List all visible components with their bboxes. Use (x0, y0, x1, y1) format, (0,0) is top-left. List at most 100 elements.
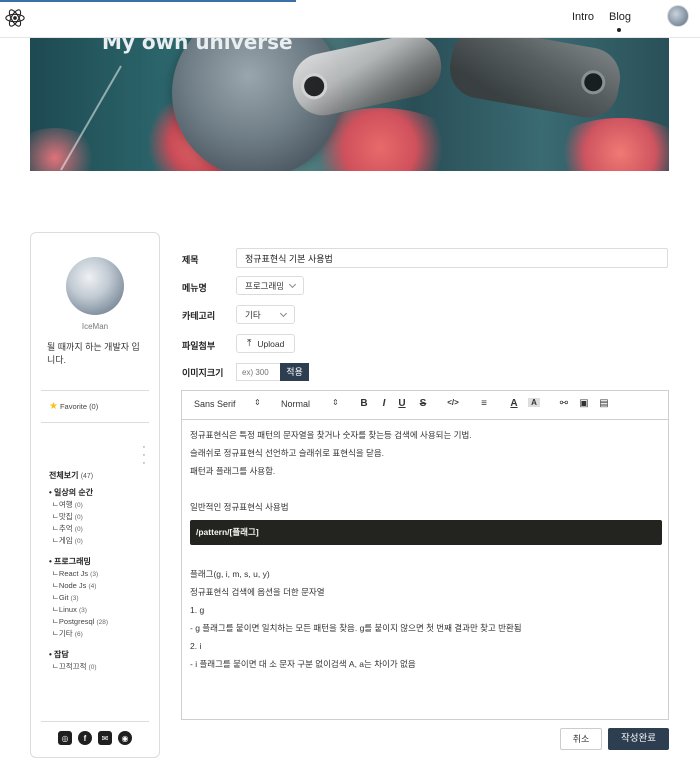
paragraph: 슬래쉬로 정규표현식 선언하고 슬래쉬로 표현식을 닫음. (190, 448, 385, 458)
subcategory-label: ㄴ게임 (52, 536, 73, 545)
paragraph: 정규표현식은 특정 패턴의 문자열을 찾거나 숫자를 찾는등 검색에 사용되는 … (190, 430, 472, 440)
astronaut-visor (298, 70, 330, 102)
mail-icon[interactable]: ✉ (98, 731, 112, 745)
category-title[interactable]: • 잡담 (49, 649, 153, 661)
astronaut-visor (579, 68, 608, 97)
code-block: /pattern/[플래그] (190, 520, 662, 545)
title-label: 제목 (182, 255, 199, 265)
subcategory-item[interactable]: ㄴ맛집 (0) (49, 511, 153, 523)
subcategory-item[interactable]: ㄴ게임 (0) (49, 535, 153, 547)
github-icon[interactable]: ◉ (118, 731, 132, 745)
paragraph: 플래그(g, i, m, s, u, y) (190, 569, 270, 579)
subcategory-item[interactable]: ㄴ여행 (0) (49, 499, 153, 511)
top-navbar: Intro Blog (0, 0, 700, 38)
link-icon[interactable]: ⚯ (558, 398, 570, 409)
category-title[interactable]: • 프로그래밍 (49, 556, 153, 568)
category-select-value: 기타 (245, 309, 261, 320)
nav-link-blog[interactable]: Blog (609, 11, 631, 23)
paragraph: - g 플래그를 붙이면 일치하는 모든 패턴을 찾음. g를 붙이지 않으면 … (190, 623, 522, 633)
category-title[interactable]: • 일상의 순간 (49, 487, 153, 499)
paragraph: - i 플래그를 붙이면 대 소 문자 구분 없이검색 A, a는 차이가 없음 (190, 659, 416, 669)
upload-button[interactable]: ⤒ Upload (236, 334, 296, 353)
video-icon[interactable]: ▤ (598, 398, 610, 409)
profile-avatar (66, 257, 124, 315)
subcategory-count: (0) (88, 664, 97, 671)
rich-text-editor[interactable]: Sans Serif ⇕ Normal ⇕ B I U S </> ≡ A A … (181, 390, 669, 720)
subcategory-item[interactable]: ㄴNode Js (4) (49, 580, 153, 592)
upload-label: Upload (257, 338, 285, 349)
scroll-progress-bar (0, 0, 296, 2)
upload-icon: ⤒ (247, 338, 252, 349)
more-options-icon[interactable]: · · · (141, 442, 147, 469)
category-all-count: (47) (80, 473, 94, 480)
instagram-icon[interactable]: ◎ (58, 731, 72, 745)
user-avatar[interactable] (667, 5, 689, 27)
subcategory-label: ㄴLinux (52, 605, 77, 614)
subcategory-count: (3) (78, 607, 87, 614)
subcategory-label: ㄴ맛집 (52, 512, 73, 521)
image-size-apply-button[interactable]: 적용 (280, 363, 309, 381)
text-color-icon[interactable]: A (508, 398, 520, 409)
image-icon[interactable]: ▣ (578, 398, 590, 409)
nav-link-intro[interactable]: Intro (572, 11, 594, 23)
cancel-button[interactable]: 취소 (560, 728, 602, 750)
subcategory-item[interactable]: ㄴGit (3) (49, 592, 153, 604)
editor-toolbar: Sans Serif ⇕ Normal ⇕ B I U S </> ≡ A A … (182, 391, 668, 420)
subcategory-count: (6) (74, 631, 83, 638)
profile-bio: 될 때까지 하는 개발자 입니다. (47, 342, 140, 365)
subcategory-item[interactable]: ㄴ끄적끄적 (0) (49, 661, 153, 673)
favorite-count: (0) (89, 402, 99, 411)
subcategory-item[interactable]: ㄴPostgresql (28) (49, 616, 153, 628)
profile-name: IceMan (81, 322, 109, 331)
editor-content[interactable]: 정규표현식은 특정 패턴의 문자열을 찾거나 숫자를 찾는등 검색에 사용되는 … (190, 428, 662, 675)
code-icon[interactable]: </> (447, 398, 459, 407)
favorite-link[interactable]: ★ Favorite (0) (49, 401, 98, 412)
subheading: 일반적인 정규표현식 사용법 (190, 502, 289, 512)
strikethrough-icon[interactable]: S (417, 398, 429, 409)
facebook-icon[interactable]: f (78, 731, 92, 745)
background-color-icon[interactable]: A (528, 398, 540, 407)
align-icon[interactable]: ≡ (478, 398, 490, 409)
subcategory-item[interactable]: ㄴ추억 (0) (49, 523, 153, 535)
updown-arrows-icon: ⇕ (332, 398, 339, 407)
subcategory-count: (0) (74, 502, 83, 509)
file-attach-label: 파일첨부 (182, 341, 216, 351)
subcategory-count: (3) (90, 571, 99, 578)
category-all[interactable]: 전체보기 (47) (49, 470, 93, 481)
hero-banner-image: My own universe (30, 38, 669, 171)
category-title-text: 잡담 (54, 650, 69, 659)
subcategory-count: (3) (70, 595, 79, 602)
subcategory-label: ㄴ여행 (52, 500, 73, 509)
title-input[interactable] (236, 248, 668, 268)
divider (41, 721, 149, 722)
subcategory-label: ㄴ끄적끄적 (52, 662, 87, 671)
react-logo-icon[interactable] (4, 7, 26, 29)
subcategory-count: (28) (96, 619, 108, 626)
subcategory-item[interactable]: ㄴReact Js (3) (49, 568, 153, 580)
italic-icon[interactable]: I (378, 398, 390, 409)
menu-label: 메뉴명 (182, 283, 207, 293)
font-family-select[interactable]: Sans Serif (194, 399, 236, 409)
menu-select[interactable]: 프로그래밍 (236, 276, 305, 295)
submit-button[interactable]: 작성완료 (608, 728, 669, 750)
subcategory-item[interactable]: ㄴ기타 (6) (49, 628, 153, 640)
underline-icon[interactable]: U (396, 398, 408, 409)
updown-arrows-icon: ⇕ (254, 398, 261, 407)
image-size-input[interactable] (236, 363, 280, 381)
subcategory-count: (4) (88, 583, 97, 590)
category-group: • 프로그래밍 ㄴReact Js (3) ㄴNode Js (4) ㄴGit … (49, 556, 153, 640)
chevron-down-icon (279, 309, 287, 317)
subcategory-count: (0) (74, 538, 83, 545)
paragraph: 2. i (190, 641, 202, 651)
subcategory-item[interactable]: ㄴLinux (3) (49, 604, 153, 616)
banner-cloud (550, 118, 669, 171)
font-size-select[interactable]: Normal (281, 399, 310, 409)
profile-sidebar: IceMan 될 때까지 하는 개발자 입니다. ★ Favorite (0) … (30, 232, 160, 758)
category-select[interactable]: 기타 (236, 305, 295, 324)
image-size-label: 이미지크기 (182, 368, 224, 378)
chevron-down-icon (289, 280, 297, 288)
bold-icon[interactable]: B (358, 398, 370, 409)
category-label: 카테고리 (182, 311, 216, 321)
